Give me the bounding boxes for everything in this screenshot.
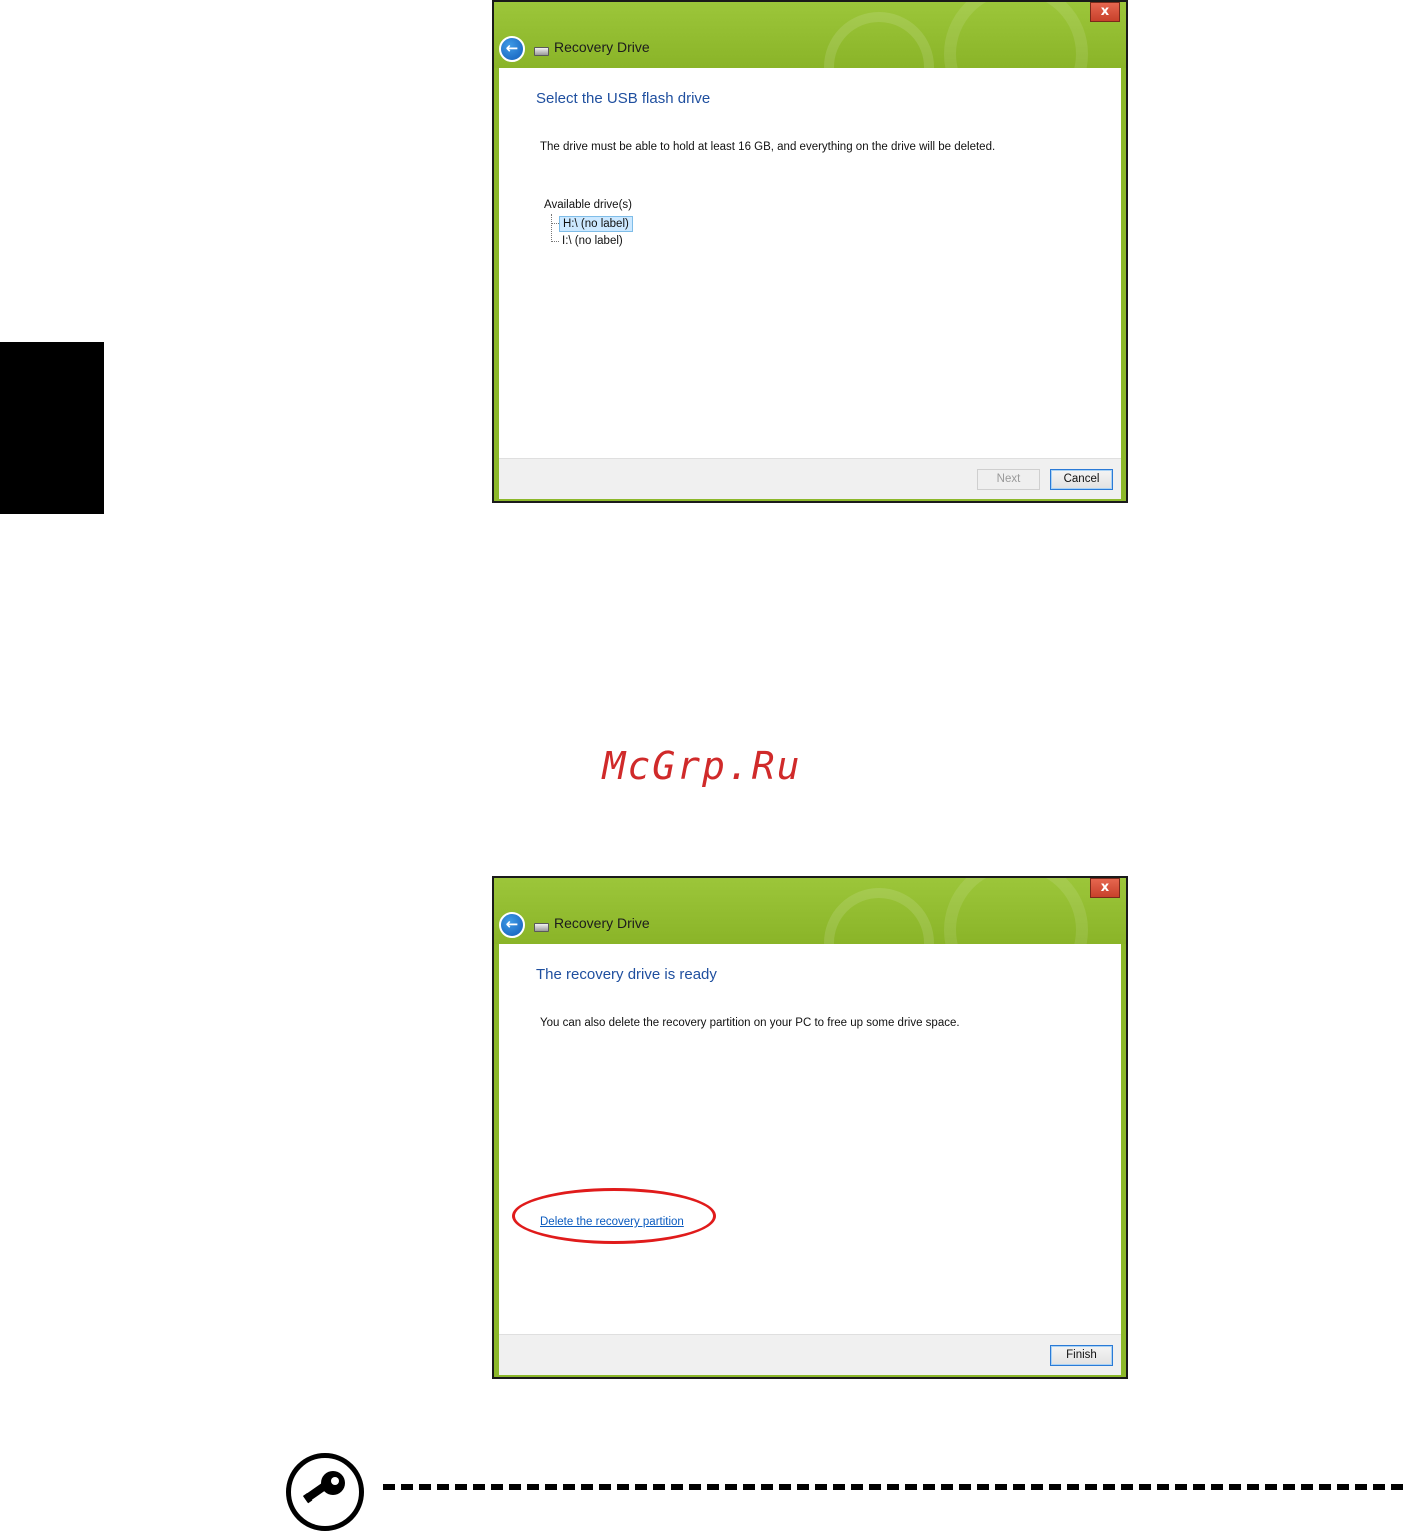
drive-item-h[interactable]: H:\ (no label): [559, 216, 633, 232]
dialog-footer: Finish: [499, 1334, 1121, 1375]
instruction-text: The drive must be able to hold at least …: [540, 141, 996, 153]
instruction-text: You can also delete the recovery partiti…: [540, 1017, 960, 1029]
dialog-content: The recovery drive is ready You can also…: [499, 944, 1121, 1334]
tree-connector: [551, 223, 559, 224]
finish-button[interactable]: Finish: [1050, 1345, 1113, 1366]
chapter-side-tab: [0, 342, 104, 514]
page-heading: The recovery drive is ready: [536, 966, 717, 983]
dialog-titlebar: x ← Recovery Drive: [494, 2, 1126, 126]
back-button[interactable]: ←: [499, 912, 525, 938]
delete-recovery-partition-link[interactable]: Delete the recovery partition: [540, 1216, 684, 1228]
dialog-footer: Next Cancel: [499, 458, 1121, 499]
dialog-content: Select the USB flash drive The drive mus…: [499, 68, 1121, 458]
back-arrow-icon: ←: [505, 915, 519, 933]
dotted-divider: [383, 1484, 1403, 1490]
close-icon: x: [1100, 4, 1110, 19]
drive-icon: [534, 923, 549, 932]
recovery-drive-dialog-select: x ← Recovery Drive Select the USB flash …: [492, 0, 1128, 503]
window-title: Recovery Drive: [554, 915, 650, 931]
close-button[interactable]: x: [1090, 878, 1120, 898]
drive-item-i[interactable]: I:\ (no label): [559, 234, 626, 248]
available-drives-label: Available drive(s): [544, 199, 632, 211]
tree-connector: [551, 214, 552, 242]
back-arrow-icon: ←: [505, 39, 519, 57]
drive-icon: [534, 47, 549, 56]
back-button[interactable]: ←: [499, 36, 525, 62]
key-note-icon: [286, 1453, 364, 1531]
watermark: McGrp.Ru: [602, 744, 802, 788]
cancel-button[interactable]: Cancel: [1050, 469, 1113, 490]
next-button[interactable]: Next: [977, 469, 1040, 490]
window-title: Recovery Drive: [554, 39, 650, 55]
close-button[interactable]: x: [1090, 2, 1120, 22]
tree-connector: [551, 241, 559, 242]
dialog-titlebar: x ← Recovery Drive: [494, 878, 1126, 1002]
close-icon: x: [1100, 880, 1110, 895]
page-heading: Select the USB flash drive: [536, 90, 711, 107]
recovery-drive-dialog-ready: x ← Recovery Drive The recovery drive is…: [492, 876, 1128, 1379]
